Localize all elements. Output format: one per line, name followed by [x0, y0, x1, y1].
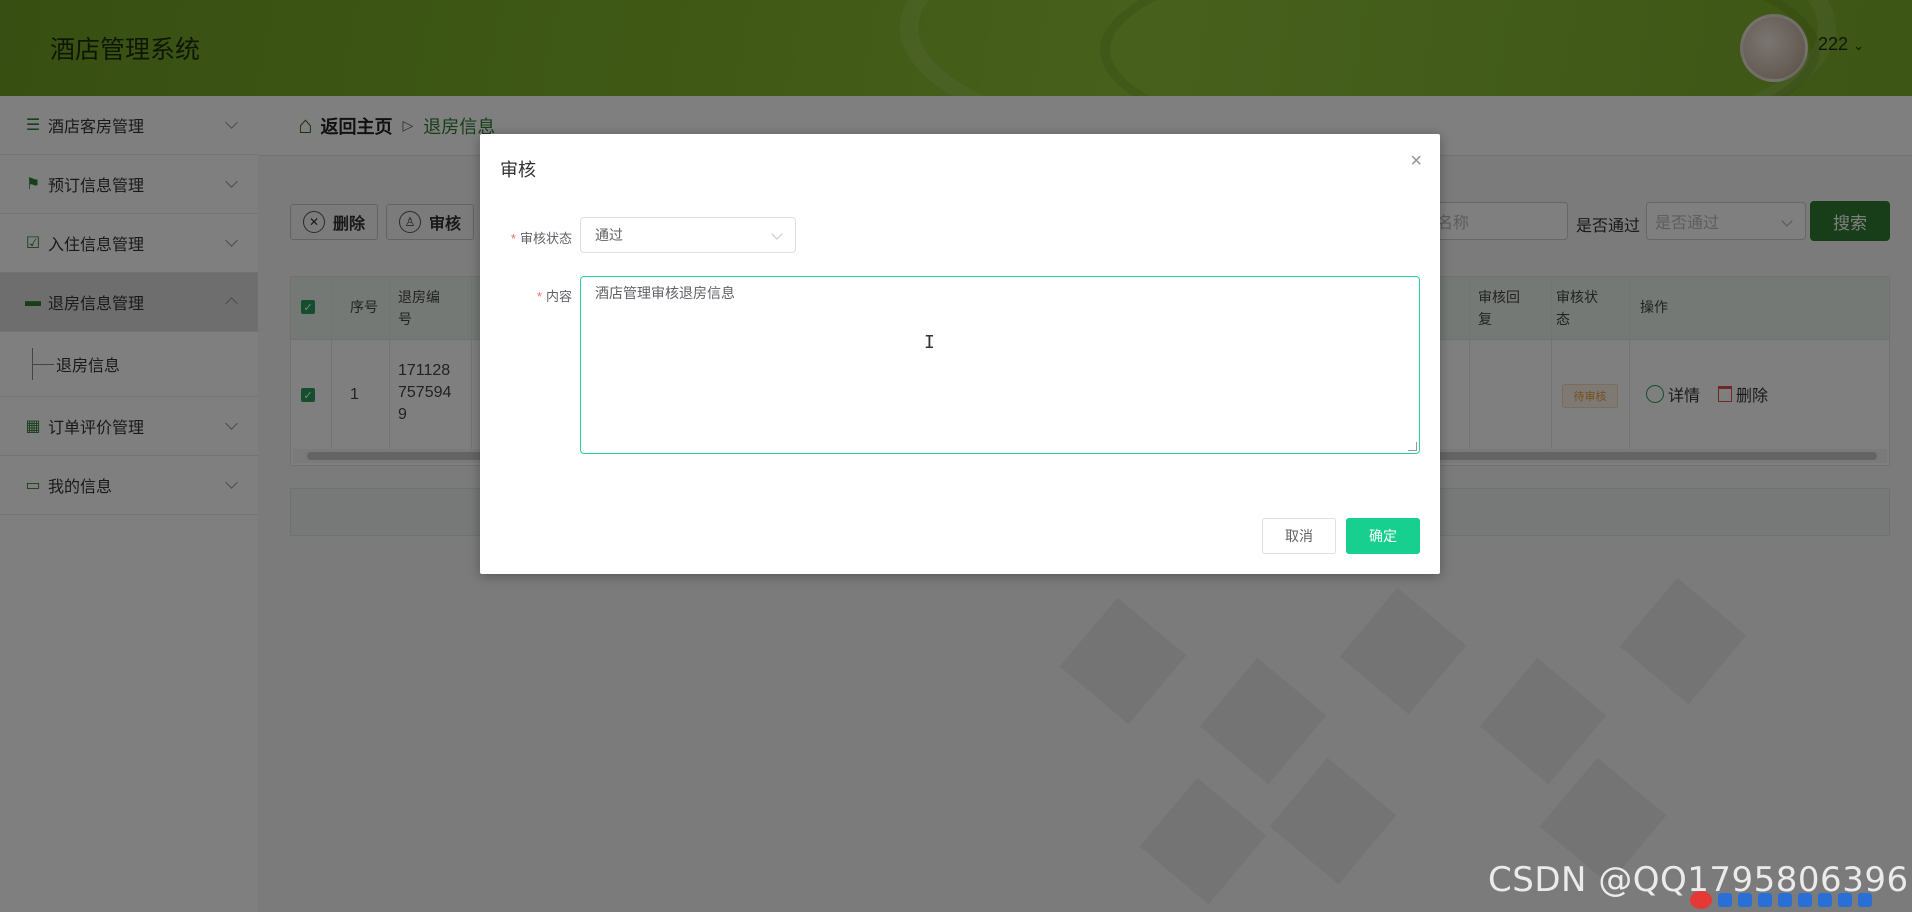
- text-cursor-icon: I: [924, 332, 935, 353]
- audit-status-value: 通过: [595, 227, 623, 243]
- tray-icon[interactable]: [1798, 893, 1812, 907]
- microphone-icon[interactable]: [1758, 893, 1772, 907]
- dialog-title: 审核: [500, 160, 536, 180]
- content-label-text: 内容: [545, 289, 572, 304]
- audit-status-select[interactable]: 通过: [580, 217, 796, 253]
- settings-icon[interactable]: [1858, 893, 1872, 907]
- confirm-button[interactable]: 确定: [1346, 518, 1420, 554]
- resize-handle[interactable]: [1408, 442, 1417, 451]
- chevron-down-icon: [771, 228, 783, 240]
- tray-icon[interactable]: [1718, 893, 1732, 907]
- content-text: 酒店管理审核退房信息: [595, 285, 735, 301]
- required-mark: *: [510, 231, 516, 246]
- content-field-label: * 内容: [500, 286, 572, 305]
- keyboard-icon[interactable]: [1778, 893, 1792, 907]
- audit-dialog: 审核 × * 审核状态 通过 * 内容 酒店管理审核退房信息 I 取消 确定: [480, 134, 1440, 574]
- cancel-button[interactable]: 取消: [1262, 518, 1336, 554]
- required-mark: *: [536, 289, 542, 304]
- ime-icon[interactable]: [1690, 891, 1712, 909]
- tray-icon[interactable]: [1738, 893, 1752, 907]
- system-tray: [1690, 888, 1912, 912]
- status-field-label: * 审核状态: [500, 228, 572, 247]
- tray-icon[interactable]: [1818, 893, 1832, 907]
- close-icon[interactable]: ×: [1410, 150, 1422, 173]
- status-label-text: 审核状态: [519, 231, 572, 246]
- grid-icon[interactable]: [1838, 893, 1852, 907]
- content-textarea[interactable]: 酒店管理审核退房信息: [580, 276, 1420, 454]
